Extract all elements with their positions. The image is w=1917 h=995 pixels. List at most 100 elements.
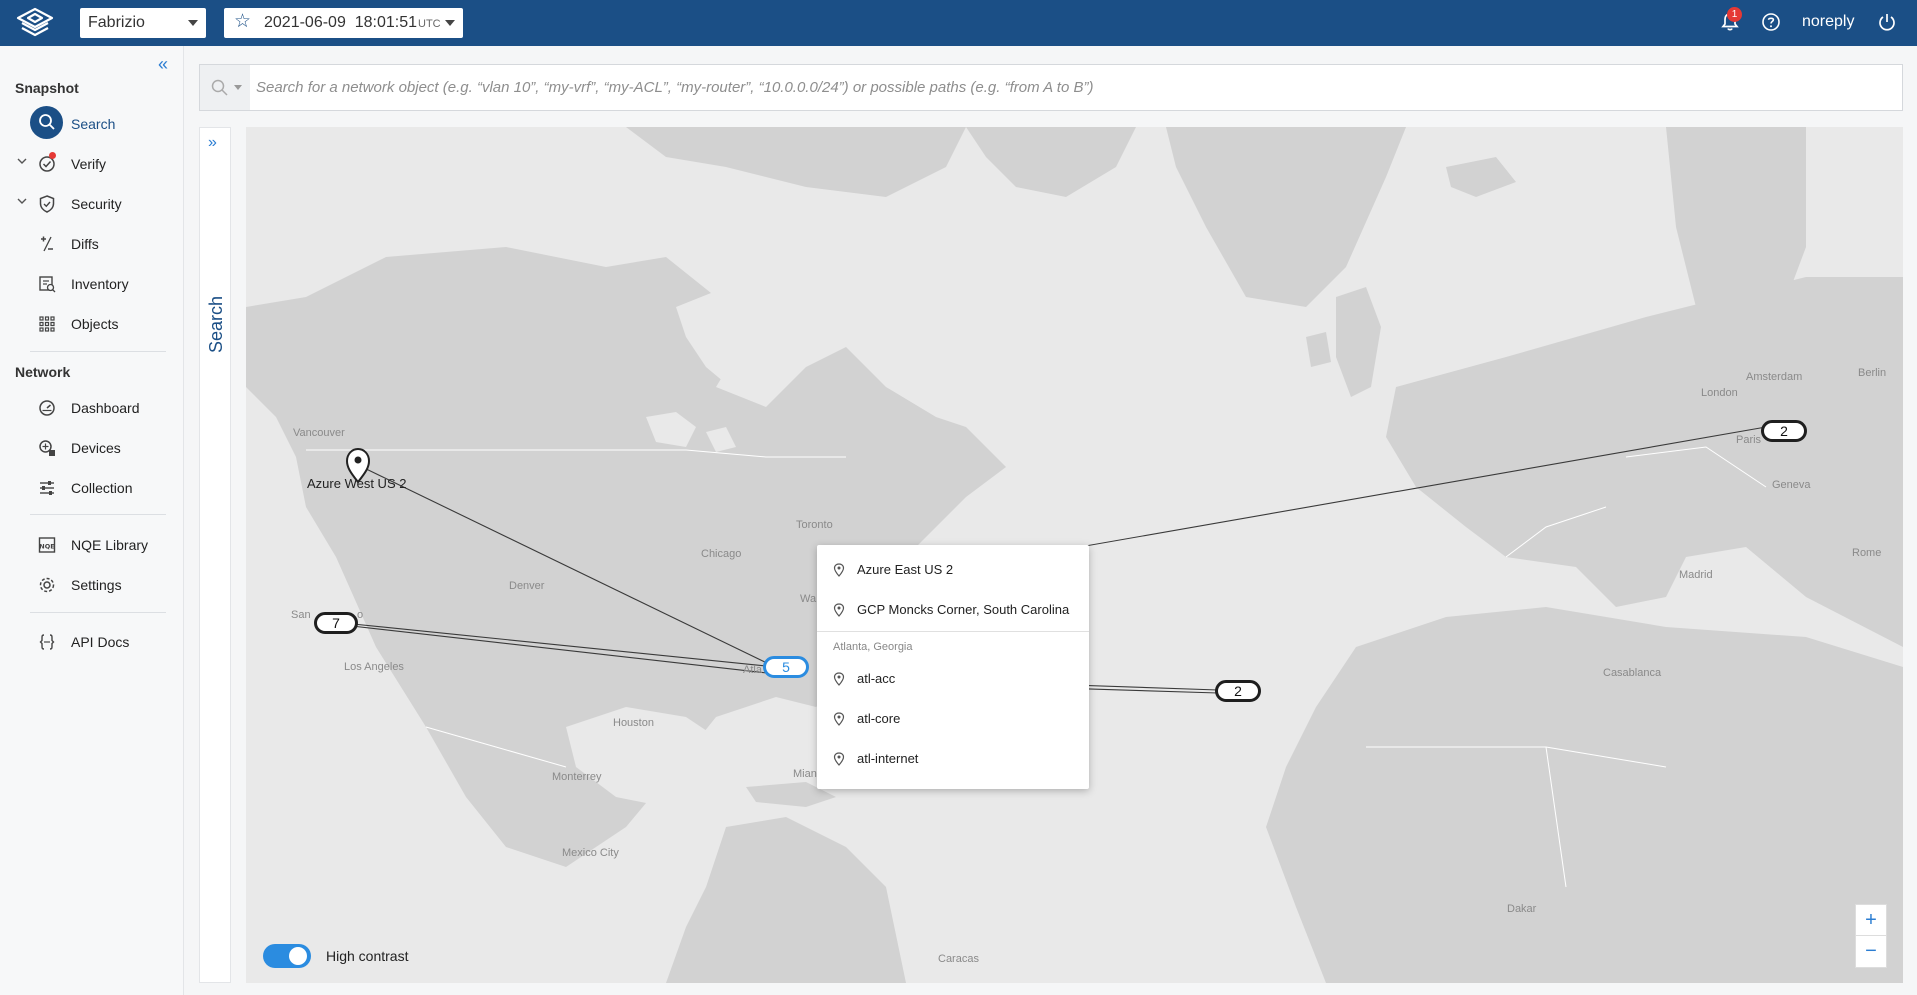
sidebar-item-collection[interactable]: Collection — [0, 470, 184, 504]
city-label: o — [357, 609, 364, 621]
sidebar-item-diffs[interactable]: Diffs — [0, 226, 184, 260]
sidebar-item-label: NQE Library — [71, 537, 149, 553]
sliders-icon — [40, 481, 54, 495]
city-label: Mexico City — [562, 847, 619, 859]
network-select[interactable]: Fabrizio — [80, 8, 206, 38]
sidebar-item-label: Search — [71, 116, 116, 132]
sidebar-item-security[interactable]: Security — [0, 186, 184, 220]
snapshot-date: 2021-06-09 — [264, 14, 346, 31]
location-cluster[interactable]: 7 — [314, 612, 358, 634]
power-icon[interactable] — [1875, 10, 1899, 34]
section-title-network: Network — [15, 364, 71, 380]
city-label: Caracas — [938, 953, 979, 965]
city-label: Madrid — [1679, 569, 1713, 581]
top-bar: Fabrizio ☆ 2021-06-09 18:01:51 UTC 1 nor… — [0, 0, 1917, 46]
sidebar-item-label: Settings — [71, 577, 122, 593]
expand-panel-icon[interactable]: » — [208, 134, 217, 152]
city-label: London — [1701, 387, 1738, 399]
location-pin-icon — [833, 563, 845, 577]
city-label: Casablanca — [1603, 667, 1662, 679]
city-label: Mian — [793, 768, 817, 780]
search-panel-tab[interactable]: Search — [206, 296, 227, 353]
location-marker-label[interactable]: Azure West US 2 — [307, 476, 406, 491]
sidebar-item-label: Diffs — [71, 236, 99, 252]
sidebar-item-verify[interactable]: Verify — [0, 146, 184, 180]
city-label: San — [291, 609, 311, 621]
city-label: Denver — [509, 580, 545, 592]
city-label: Atla — [743, 664, 762, 676]
notification-badge: 1 — [1727, 7, 1742, 22]
caret-down-icon — [188, 20, 198, 26]
network-name: Fabrizio — [88, 14, 145, 31]
search-icon — [39, 114, 55, 130]
sidebar-item-label: Security — [71, 196, 122, 212]
popup-item-label: GCP Moncks Corner, South Carolina — [857, 602, 1070, 617]
sidebar-item-label: Verify — [71, 156, 107, 172]
sidebar-item-label: API Docs — [71, 634, 130, 650]
city-label: Los Angeles — [344, 661, 404, 673]
gear-icon — [39, 577, 55, 593]
caret-down-icon — [445, 20, 455, 26]
snapshot-timezone: UTC — [418, 18, 441, 30]
help-icon[interactable] — [1759, 10, 1783, 34]
location-pin-icon — [833, 603, 845, 617]
zoom-out-button[interactable]: − — [1856, 936, 1886, 967]
location-cluster[interactable]: 2 — [1215, 680, 1261, 702]
location-cluster[interactable]: 2 — [1761, 420, 1807, 442]
popup-item[interactable]: Azure East US 2 — [817, 555, 1089, 585]
star-icon[interactable]: ☆ — [234, 12, 251, 32]
collapse-sidebar-icon[interactable]: « — [158, 54, 168, 75]
caret-down-icon — [234, 85, 242, 90]
sidebar: « Snapshot Search Verify Security Diffs … — [0, 46, 184, 995]
city-label: Toronto — [796, 519, 833, 531]
search-bar — [199, 64, 1903, 111]
sidebar-item-dashboard[interactable]: Dashboard — [0, 390, 184, 424]
popup-device-item[interactable]: atl-internet — [817, 744, 1089, 774]
shield-icon — [39, 195, 55, 213]
search-icon — [211, 79, 228, 96]
toggle-knob — [289, 947, 307, 965]
sidebar-item-nqe-library[interactable]: NQE NQE Library — [0, 527, 184, 561]
sidebar-item-inventory[interactable]: Inventory — [0, 266, 184, 300]
app-logo-icon[interactable] — [14, 6, 56, 40]
api-icon — [39, 634, 55, 650]
city-label: Monterrey — [552, 771, 602, 783]
city-label: Chicago — [701, 548, 742, 560]
popup-item-label: atl-acc — [857, 671, 896, 686]
dashboard-icon — [39, 400, 55, 416]
chevron-down-icon[interactable] — [16, 195, 28, 207]
divider — [30, 514, 166, 515]
chevron-down-icon[interactable] — [16, 155, 28, 167]
zoom-control: + − — [1855, 904, 1887, 968]
city-label: Houston — [613, 717, 654, 729]
divider — [817, 631, 1089, 632]
sidebar-item-settings[interactable]: Settings — [0, 567, 184, 601]
sidebar-item-devices[interactable]: Devices — [0, 430, 184, 464]
popup-item-label: Azure East US 2 — [857, 562, 954, 577]
city-label: Dakar — [1507, 903, 1537, 915]
sidebar-item-objects[interactable]: Objects — [0, 306, 184, 340]
inventory-icon — [39, 276, 56, 293]
sidebar-item-label: Collection — [71, 480, 133, 496]
sidebar-item-search[interactable]: Search — [0, 106, 184, 140]
zoom-in-button[interactable]: + — [1856, 905, 1886, 936]
high-contrast-toggle[interactable] — [263, 944, 311, 968]
popup-device-item[interactable]: atl-core — [817, 704, 1089, 734]
location-cluster-selected[interactable]: 5 — [763, 656, 809, 678]
sidebar-item-label: Devices — [71, 440, 121, 456]
location-pin-icon — [833, 752, 845, 766]
search-input[interactable] — [256, 65, 1896, 110]
snapshot-select[interactable]: ☆ 2021-06-09 18:01:51 UTC — [224, 8, 463, 38]
devices-icon — [39, 440, 55, 456]
diff-icon — [41, 236, 53, 252]
location-pin-icon — [833, 712, 845, 726]
user-menu[interactable]: noreply — [1802, 13, 1854, 31]
popup-device-item[interactable]: atl-acc — [817, 664, 1089, 694]
location-pin-icon — [833, 672, 845, 686]
popup-item[interactable]: GCP Moncks Corner, South Carolina — [817, 595, 1089, 625]
popup-group-label: Atlanta, Georgia — [833, 641, 913, 653]
search-mode-button[interactable] — [200, 65, 250, 110]
grid-icon — [39, 316, 55, 332]
sidebar-item-label: Dashboard — [71, 400, 140, 416]
sidebar-item-api-docs[interactable]: API Docs — [0, 624, 184, 658]
